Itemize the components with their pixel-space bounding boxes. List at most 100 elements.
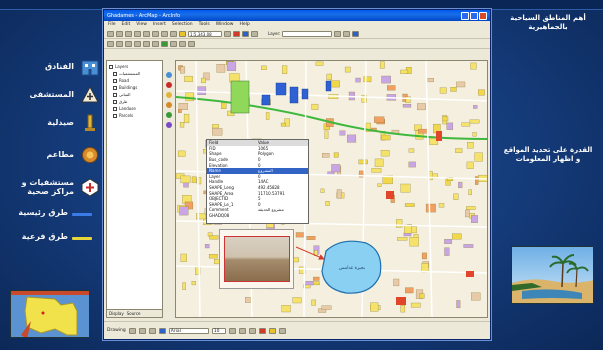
drawing-menu[interactable]: Drawing (107, 328, 126, 333)
minimize-button[interactable] (461, 11, 469, 20)
map-view[interactable]: بحيرة غدامس Field Value FID 1065 Shape Polygo… (175, 60, 488, 318)
title-bar: Ghadames - ArcMap - ArcInfo (104, 10, 490, 21)
menu-file[interactable]: File (108, 22, 116, 28)
checkbox-icon[interactable] (113, 92, 117, 97)
checkbox-icon[interactable] (113, 106, 117, 111)
pharmacy-tool-icon[interactable] (166, 92, 172, 98)
layer-tool-icon[interactable] (166, 122, 172, 128)
select-features-icon[interactable] (152, 40, 159, 47)
menu-edit[interactable]: Edit (122, 22, 131, 28)
clinic-tool-icon[interactable] (166, 112, 172, 118)
full-extent-icon[interactable] (116, 40, 123, 47)
hospital-tool-icon[interactable] (166, 82, 172, 88)
toc-item[interactable]: Layers (109, 63, 160, 70)
text-icon[interactable] (158, 327, 166, 334)
fill-color-icon[interactable] (268, 327, 276, 334)
main-road-swatch (72, 213, 92, 216)
back-icon[interactable] (134, 40, 141, 47)
menu-help[interactable]: Help (239, 22, 249, 28)
pan-icon[interactable] (107, 40, 114, 47)
drawing-toolbar: Drawing Arial 10 (104, 321, 490, 339)
layer-dropdown[interactable] (282, 30, 333, 37)
new-icon[interactable] (107, 30, 114, 37)
zoom-in-icon[interactable] (334, 30, 342, 37)
menu-selection[interactable]: Selection (172, 22, 193, 28)
maximize-button[interactable] (470, 11, 478, 20)
menu-view[interactable]: View (136, 22, 147, 28)
toc-item[interactable]: المباني (109, 91, 160, 98)
menu-window[interactable]: Window (216, 22, 234, 28)
arccatalog-icon[interactable] (242, 30, 249, 37)
toc-item[interactable]: Buildings (109, 84, 160, 91)
rotate-icon[interactable] (138, 327, 146, 334)
legend-item-hotels: الفنادق (45, 56, 101, 78)
checkbox-icon[interactable] (113, 78, 117, 83)
toc-label: Landuse (119, 106, 136, 111)
toc-label: المباني (119, 92, 131, 97)
legend-label-restaurants: مطاعم (46, 150, 75, 160)
print-icon[interactable] (134, 30, 141, 37)
tab-display[interactable]: Display (109, 311, 124, 316)
font-dropdown[interactable]: Arial (168, 327, 209, 334)
italic-icon[interactable] (238, 327, 246, 334)
editor-icon[interactable] (224, 30, 231, 37)
globe-icon[interactable] (352, 30, 360, 37)
identify-row[interactable]: GHADQ08 (207, 213, 308, 219)
toc-label: المستشفيات (119, 71, 141, 76)
window-title: Ghadames - ArcMap - ArcInfo (107, 12, 181, 19)
scale-value: 1:5,343.08 (190, 31, 212, 37)
toc-item[interactable]: Landuse (109, 105, 160, 112)
toc-item[interactable]: Road (109, 77, 160, 84)
arctoolbox-icon[interactable] (233, 30, 240, 37)
oasis-photo (511, 246, 594, 304)
font-color-icon[interactable] (258, 327, 266, 334)
font-size-dropdown[interactable]: 10 (211, 327, 226, 334)
add-data-icon[interactable] (179, 30, 186, 37)
checkbox-icon[interactable] (113, 85, 117, 90)
checkbox-icon[interactable] (109, 64, 113, 69)
identify-icon[interactable] (161, 40, 168, 47)
toc-item[interactable]: المستشفيات (109, 70, 160, 77)
copy-icon[interactable] (152, 30, 159, 37)
hotel-tool-icon[interactable] (166, 72, 172, 78)
help-icon[interactable] (251, 30, 258, 37)
open-icon[interactable] (116, 30, 123, 37)
bold-icon[interactable] (228, 327, 236, 334)
measure-icon[interactable] (179, 40, 186, 47)
checkbox-icon[interactable] (113, 99, 117, 104)
libya-map-photo (10, 290, 90, 338)
checkbox-icon[interactable] (113, 71, 117, 76)
legend-item-clinics: مستشفيات و مراكز صحية (20, 176, 101, 198)
identify-field: GHADQ08 (209, 213, 230, 219)
checkbox-icon[interactable] (113, 113, 117, 118)
legend-label-clinics: مستشفيات و مراكز صحية (21, 177, 74, 196)
underline-icon[interactable] (248, 327, 256, 334)
restaurant-tool-icon[interactable] (166, 102, 172, 108)
hyperlink-icon[interactable] (188, 40, 195, 47)
font-value: Arial (170, 328, 181, 334)
legend-item-restaurants: مطاعم (47, 144, 102, 166)
menu-tools[interactable]: Tools (199, 22, 210, 28)
menu-bar: File Edit View Insert Selection Tools Wi… (104, 21, 490, 29)
find-icon[interactable] (170, 40, 177, 47)
close-button[interactable] (479, 11, 487, 20)
fixed-zoom-icon[interactable] (125, 40, 132, 47)
toc-item[interactable]: Parcels (109, 112, 160, 119)
line-color-icon[interactable] (278, 327, 286, 334)
zoom-out-icon[interactable] (343, 30, 351, 37)
save-icon[interactable] (125, 30, 132, 37)
menu-insert[interactable]: Insert (153, 22, 166, 28)
scale-field[interactable]: 1:5,343.08 (188, 30, 222, 37)
tab-source[interactable]: Source (127, 311, 141, 316)
forward-icon[interactable] (143, 40, 150, 47)
legend-item-hospitals: المستشفى (29, 84, 101, 106)
standard-toolbar: 1:5,343.08 Layer: (104, 29, 490, 39)
cut-icon[interactable] (143, 30, 150, 37)
legend-item-main-road: طرق رئيسية (18, 208, 68, 217)
select-elements-icon[interactable] (128, 327, 136, 334)
legend-label-pharmacy: صيدلية (47, 118, 74, 128)
undo-icon[interactable] (170, 30, 177, 37)
rectangle-icon[interactable] (148, 327, 156, 334)
paste-icon[interactable] (161, 30, 168, 37)
toc-item[interactable]: طرق (109, 98, 160, 105)
